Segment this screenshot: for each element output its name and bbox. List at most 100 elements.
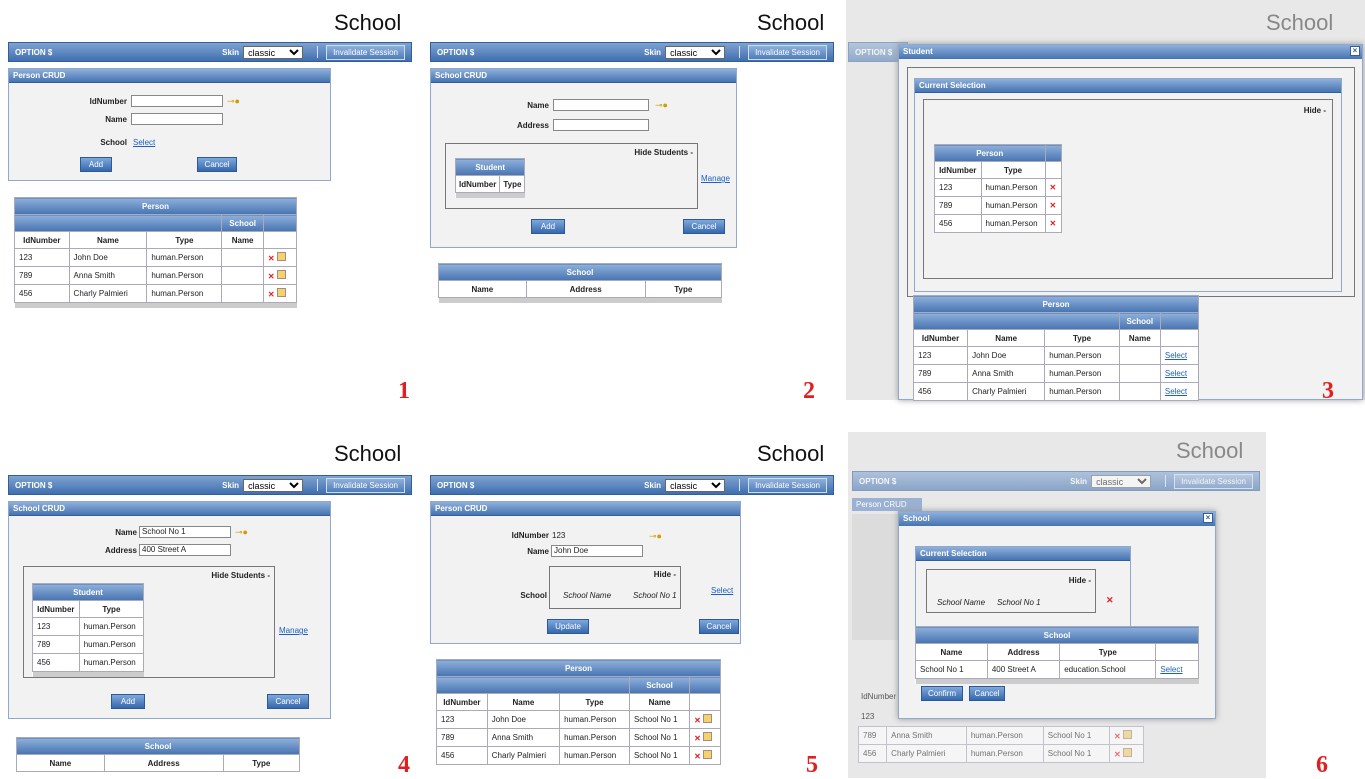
delete-icon[interactable]: ✕	[694, 716, 701, 725]
delete-icon[interactable]: ✕	[694, 734, 701, 743]
key-icon: ⊸●	[649, 531, 662, 541]
table-row: 789 Anna Smith human.Person School No 1 ✕	[857, 726, 1144, 745]
idnumber-input[interactable]	[131, 95, 223, 107]
delete-icon[interactable]: ✕	[694, 752, 701, 761]
close-icon[interactable]: ×	[1350, 46, 1360, 56]
table-row: 456 human.Person	[32, 653, 145, 672]
hide-toggle[interactable]: Hide -	[1069, 576, 1091, 585]
address-input[interactable]: 400 Street A	[139, 544, 231, 556]
cancel-button[interactable]: Cancel	[683, 219, 725, 234]
table-row: 123 John Doe human.Person School No 1 ✕	[436, 710, 721, 729]
selection-box: Hide - Person IdNumber Type 123 human.Pers…	[923, 99, 1333, 279]
panel-header: Current Selection	[915, 79, 1341, 93]
skin-select[interactable]: classic	[243, 478, 304, 492]
skin-select[interactable]: classic	[665, 45, 726, 59]
selection-box: Hide - School Name School No 1	[926, 569, 1096, 613]
edit-icon[interactable]	[703, 750, 713, 759]
invalidate-session-button[interactable]: Invalidate Session	[748, 44, 827, 60]
idnumber-value: 123	[552, 531, 566, 540]
table-row: 789 human.Person	[32, 635, 145, 654]
delete-icon[interactable]: ✕	[268, 254, 275, 263]
school-select-link[interactable]: Select	[711, 586, 733, 595]
dialog-inner: Current Selection Hide - Person IdNumber…	[907, 67, 1355, 297]
name-input[interactable]: School No 1	[139, 526, 231, 538]
school-crud-panel: School CRUD Name School No 1 ⊸● Address …	[8, 501, 331, 719]
dimmed-label: 123	[861, 712, 875, 721]
person-table: Person School IdNumber Name Type Name 123 Jo…	[912, 295, 1200, 401]
student-table: Student IdNumber Type 123 human.Person 789…	[32, 583, 145, 677]
panel-number: 4	[398, 752, 410, 778]
add-button[interactable]: Add	[531, 219, 565, 234]
top-toolbar: OPTION $ Skin classic Invalidate Session	[430, 475, 834, 495]
delete-icon[interactable]: ✕	[268, 272, 275, 281]
skin-select[interactable]: classic	[665, 478, 726, 492]
select-link[interactable]: Select	[1165, 369, 1187, 378]
option-label[interactable]: OPTION $	[437, 481, 644, 490]
hide-toggle[interactable]: Hide -	[1304, 106, 1326, 115]
option-label[interactable]: OPTION $	[15, 48, 222, 57]
col-type: Type	[644, 280, 723, 298]
table-row: 456 Charly Palmieri human.Person Select	[912, 382, 1200, 401]
hide-students-toggle[interactable]: Hide Students -	[634, 148, 693, 157]
col-type: Type	[146, 231, 223, 249]
manage-link[interactable]: Manage	[701, 174, 730, 183]
school-select-link[interactable]: Select	[133, 138, 155, 147]
school-table: School Name Address Type	[438, 263, 723, 303]
panel-number: 3	[1322, 378, 1334, 404]
school-table: School Name Address Type School No 1 400 St…	[915, 626, 1199, 684]
hide-toggle[interactable]: Hide -	[654, 570, 676, 579]
page-title: School	[1266, 10, 1334, 35]
select-link[interactable]: Select	[1165, 387, 1187, 396]
select-link[interactable]: Select	[1160, 665, 1182, 674]
option-label[interactable]: OPTION $	[15, 481, 222, 490]
name-input[interactable]: John Doe	[551, 545, 643, 557]
cancel-button[interactable]: Cancel	[197, 157, 237, 172]
add-button[interactable]: Add	[80, 157, 112, 172]
remove-icon[interactable]: ✕	[1106, 595, 1114, 606]
table-row: 123 John Doe human.Person ✕	[14, 248, 298, 267]
edit-icon[interactable]	[703, 714, 713, 723]
edit-icon[interactable]	[276, 288, 286, 297]
add-button[interactable]: Add	[111, 694, 145, 709]
student-table: Student IdNumber Type	[454, 158, 526, 198]
address-input[interactable]	[553, 119, 649, 131]
cancel-button[interactable]: Cancel	[969, 686, 1005, 701]
skin-label: Skin	[644, 47, 662, 57]
invalidate-session-button[interactable]: Invalidate Session	[326, 44, 405, 60]
school-label: School	[520, 591, 547, 600]
invalidate-session-button[interactable]: Invalidate Session	[326, 477, 405, 493]
edit-icon[interactable]	[703, 732, 713, 741]
table-title: Person	[934, 144, 1046, 162]
name-input[interactable]	[553, 99, 649, 111]
name-input[interactable]	[131, 113, 223, 125]
close-icon[interactable]: ×	[1203, 513, 1213, 523]
divider	[739, 479, 741, 491]
select-link[interactable]: Select	[1165, 351, 1187, 360]
edit-icon[interactable]	[276, 270, 286, 279]
option-label[interactable]: OPTION $	[437, 48, 644, 57]
table-row: 789 human.Person ✕	[934, 196, 1063, 215]
col-type: Type	[499, 175, 526, 193]
dialog-header: School ×	[899, 512, 1215, 526]
skin-select[interactable]: classic	[243, 45, 304, 59]
cancel-button[interactable]: Cancel	[267, 694, 309, 709]
delete-icon[interactable]: ✕	[268, 290, 275, 299]
school-selection-box: Hide - School Name	[549, 566, 681, 609]
hide-students-toggle[interactable]: Hide Students -	[211, 571, 270, 580]
invalidate-session-button[interactable]: Invalidate Session	[748, 477, 827, 493]
col-name: Name	[68, 231, 148, 249]
name-label: Name	[527, 547, 549, 556]
remove-icon[interactable]: ✕	[1050, 219, 1057, 228]
remove-icon[interactable]: ✕	[1050, 183, 1057, 192]
cancel-button[interactable]: Cancel	[699, 619, 739, 634]
confirm-button[interactable]: Confirm	[921, 686, 963, 701]
school-dialog: School × Current Selection Hide - School …	[898, 511, 1216, 719]
update-button[interactable]: Update	[547, 619, 589, 634]
page-title: School	[1176, 438, 1244, 463]
skin-label: Skin	[222, 480, 240, 490]
col-name: Name	[438, 280, 527, 298]
manage-link[interactable]: Manage	[279, 626, 308, 635]
edit-icon[interactable]	[276, 252, 286, 261]
remove-icon[interactable]: ✕	[1050, 201, 1057, 210]
table-row: 456 Charly Palmieri human.Person School No …	[436, 746, 721, 765]
